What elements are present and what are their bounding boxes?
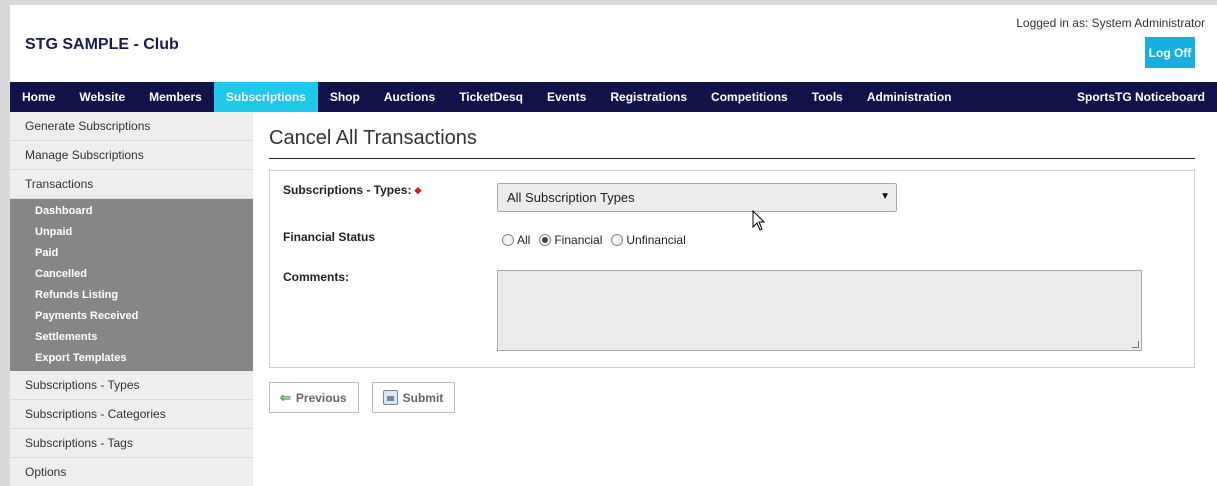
submit-label: Submit [402,390,444,405]
sidebar-item-subscription-categories[interactable]: Subscriptions - Categories [10,400,253,429]
required-marker-icon: ◆ [414,185,422,195]
types-label-row: Subscriptions - Types: ◆ [283,183,421,197]
form-buttons: ⇐ Previous Submit [269,382,1195,413]
nav-shop[interactable]: Shop [318,82,372,112]
nav-registrations[interactable]: Registrations [598,82,699,112]
resize-handle-icon[interactable] [1132,341,1139,348]
submenu-item-unpaid[interactable]: Unpaid [10,222,253,243]
sidebar-item-manage-subscriptions[interactable]: Manage Subscriptions [10,141,253,170]
sidebar-item-options[interactable]: Options [10,458,253,486]
club-name: STG SAMPLE - Club [25,36,179,53]
page-title: Cancel All Transactions [269,127,1195,159]
submit-button[interactable]: Submit [371,382,456,413]
sidebar-item-transactions[interactable]: Transactions [10,170,253,199]
nav-home[interactable]: Home [10,82,67,112]
nav-administration[interactable]: Administration [855,82,964,112]
comments-label: Comments: [283,270,350,284]
sidebar-item-subscription-tags[interactable]: Subscriptions - Tags [10,429,253,458]
previous-label: Previous [295,390,347,405]
status-radio-all[interactable] [502,234,514,246]
header: STG SAMPLE - Club Logged in as: System A… [10,5,1217,82]
nav-website[interactable]: Website [67,82,137,112]
previous-button[interactable]: ⇐ Previous [269,382,359,413]
nav-auctions[interactable]: Auctions [372,82,447,112]
submenu-item-settlements[interactable]: Settlements [10,327,253,348]
app-frame: STG SAMPLE - Club Logged in as: System A… [10,5,1217,486]
cancel-form: Subscriptions - Types: ◆ All Subscription… [269,170,1195,368]
arrow-left-icon: ⇐ [280,389,291,405]
financial-status-label: Financial Status [283,230,376,244]
status-option-unfinancial-label: Unfinancial [626,233,686,247]
nav-members[interactable]: Members [137,82,214,112]
status-option-all-label: All [517,233,531,247]
submenu-item-paid[interactable]: Paid [10,243,253,264]
comments-textarea[interactable] [497,270,1142,351]
main-content: Cancel All Transactions Subscriptions - … [269,112,1195,413]
save-icon [382,390,398,405]
mouse-pointer-icon [752,209,766,235]
transactions-submenu: Dashboard Unpaid Paid Cancelled Refunds … [10,199,253,371]
financial-status-group: All Financial Unfinancial [502,233,695,247]
subscription-types-select[interactable]: All Subscription Types ▼ [497,183,897,212]
logged-in-text: Logged in as: System Administrator [1016,16,1205,30]
status-option-financial-label: Financial [554,233,603,247]
subscription-types-value: All Subscription Types [507,190,635,205]
nav-tools[interactable]: Tools [800,82,855,112]
log-off-button[interactable]: Log Off [1145,37,1195,68]
types-label: Subscriptions - Types: [283,183,412,197]
nav-ticketdesq[interactable]: TicketDesq [447,82,535,112]
submenu-item-payments-received[interactable]: Payments Received [10,306,253,327]
submenu-item-cancelled[interactable]: Cancelled [10,264,253,285]
status-radio-financial[interactable] [539,234,552,246]
nav-noticeboard[interactable]: SportsTG Noticeboard [1065,82,1217,112]
sidebar-item-generate-subscriptions[interactable]: Generate Subscriptions [10,112,253,141]
submenu-item-export-templates[interactable]: Export Templates [10,348,253,369]
sidebar-item-subscription-types[interactable]: Subscriptions - Types [10,371,253,400]
nav-subscriptions[interactable]: Subscriptions [213,82,318,112]
nav-events[interactable]: Events [535,82,598,112]
submenu-item-refunds-listing[interactable]: Refunds Listing [10,285,253,306]
submenu-item-dashboard[interactable]: Dashboard [10,201,253,222]
status-radio-unfinancial[interactable] [611,234,624,246]
main-nav: Home Website Members Subscriptions Shop … [10,82,1217,112]
sidebar: Generate Subscriptions Manage Subscripti… [10,112,253,486]
dropdown-arrow-icon: ▼ [880,191,890,202]
nav-competitions[interactable]: Competitions [699,82,800,112]
